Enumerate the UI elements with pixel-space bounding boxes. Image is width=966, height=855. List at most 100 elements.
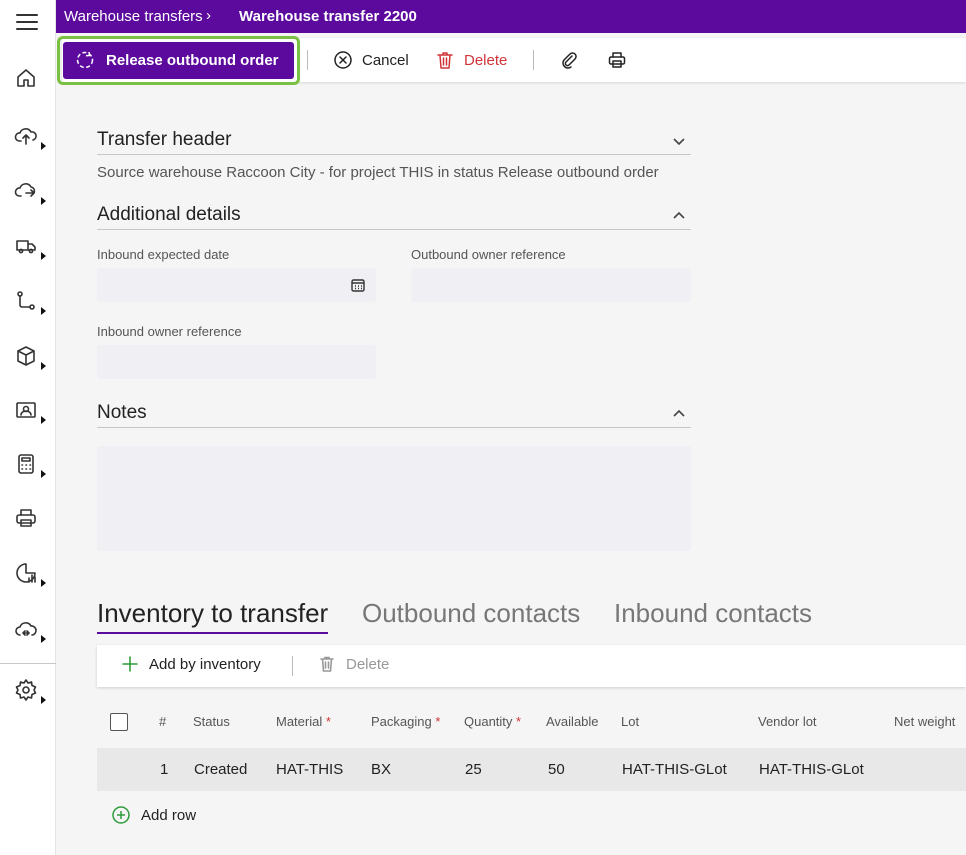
release-outbound-order-label: Release outbound order xyxy=(106,52,279,69)
refresh-icon xyxy=(76,51,94,69)
cloud-sync-icon[interactable] xyxy=(14,179,46,209)
cell-packaging[interactable]: BX xyxy=(371,761,391,778)
col-packaging[interactable]: Packaging * xyxy=(371,714,440,729)
section-title: Additional details xyxy=(97,204,241,225)
col-quantity-label: Quantity xyxy=(464,714,513,729)
tab-outbound-contacts[interactable]: Outbound contacts xyxy=(362,598,580,629)
tab-inventory-to-transfer[interactable]: Inventory to transfer xyxy=(97,598,329,634)
cancel-label: Cancel xyxy=(362,51,409,69)
command-toolbar: Release outbound order Cancel Delete xyxy=(57,36,966,85)
cell-material[interactable]: HAT-THIS xyxy=(276,761,343,778)
print-button[interactable] xyxy=(607,46,627,74)
breadcrumb-parent-link[interactable]: Warehouse transfers xyxy=(64,8,203,25)
chevron-up-icon[interactable] xyxy=(671,208,687,224)
release-outbound-order-button[interactable]: Release outbound order xyxy=(63,42,294,79)
home-icon[interactable] xyxy=(14,66,46,96)
expand-caret-icon xyxy=(41,579,46,587)
trash-icon xyxy=(437,52,453,69)
additional-details-section[interactable]: Additional details xyxy=(97,200,691,230)
chevron-up-icon[interactable] xyxy=(671,406,687,422)
add-row-button[interactable]: Add row xyxy=(111,805,196,825)
truck-icon[interactable] xyxy=(14,234,46,264)
paperclip-icon xyxy=(562,52,577,69)
expand-caret-icon xyxy=(41,197,46,205)
plus-icon xyxy=(122,656,138,672)
notes-section[interactable]: Notes xyxy=(97,398,691,428)
grid-header-row: # Status Material * Packaging * Quantity… xyxy=(97,705,966,739)
printer-icon[interactable] xyxy=(14,506,46,536)
toolbar-divider xyxy=(533,50,534,70)
outbound-owner-reference-field[interactable] xyxy=(411,268,691,302)
col-quantity[interactable]: Quantity * xyxy=(464,714,521,729)
delete-button[interactable]: Delete xyxy=(435,46,507,74)
inbound-expected-date-label: Inbound expected date xyxy=(97,247,230,262)
box-icon[interactable] xyxy=(14,344,46,374)
col-material-label: Material xyxy=(276,714,323,729)
grid-delete-button[interactable]: Delete xyxy=(318,655,389,673)
trash-icon xyxy=(320,656,334,672)
plus-circle-icon xyxy=(112,806,130,824)
notes-textarea[interactable] xyxy=(97,446,691,551)
cell-lot[interactable]: HAT-THIS-GLot xyxy=(622,761,727,778)
calculator-icon[interactable] xyxy=(14,452,46,482)
cell-vendor-lot[interactable]: HAT-THIS-GLot xyxy=(759,761,864,778)
chevron-down-icon[interactable] xyxy=(671,133,687,149)
cloud-upload-icon[interactable] xyxy=(14,124,46,154)
workflow-icon[interactable] xyxy=(14,289,46,319)
table-row[interactable]: 1 Created HAT-THIS BX 25 50 HAT-THIS-GLo… xyxy=(97,748,966,791)
tab-inbound-contacts[interactable]: Inbound contacts xyxy=(614,598,812,629)
expand-caret-icon xyxy=(41,307,46,315)
grid-delete-label: Delete xyxy=(346,655,390,673)
expand-caret-icon xyxy=(41,252,46,260)
expand-caret-icon xyxy=(41,416,46,424)
delete-label: Delete xyxy=(464,51,508,69)
expand-caret-icon xyxy=(41,635,46,643)
printer-icon xyxy=(608,52,626,68)
expand-caret-icon xyxy=(41,142,46,150)
cloud-transfer-icon[interactable] xyxy=(14,617,46,647)
calendar-icon[interactable] xyxy=(350,277,366,293)
col-net-weight[interactable]: Net weight xyxy=(894,714,955,729)
col-material[interactable]: Material * xyxy=(276,714,331,729)
toolbar-divider xyxy=(307,50,308,70)
settings-icon[interactable] xyxy=(14,678,46,708)
cancel-circle-icon xyxy=(334,51,352,69)
grid-toolbar: Add by inventory Delete xyxy=(97,645,966,687)
left-rail xyxy=(0,0,56,855)
release-button-highlight: Release outbound order xyxy=(57,36,300,85)
chart-icon[interactable] xyxy=(14,561,46,591)
outbound-owner-reference-label: Outbound owner reference xyxy=(411,247,566,262)
add-by-inventory-label: Add by inventory xyxy=(149,655,261,673)
col-status[interactable]: Status xyxy=(193,714,230,729)
add-by-inventory-button[interactable]: Add by inventory xyxy=(121,655,261,673)
col-packaging-label: Packaging xyxy=(371,714,432,729)
cell-index: 1 xyxy=(160,761,169,778)
section-title: Transfer header xyxy=(97,129,232,150)
attach-button[interactable] xyxy=(559,46,579,74)
transfer-header-section[interactable]: Transfer header xyxy=(97,125,691,155)
col-vendor-lot[interactable]: Vendor lot xyxy=(758,714,817,729)
hamburger-menu-icon[interactable] xyxy=(16,14,38,32)
expand-caret-icon xyxy=(41,362,46,370)
expand-caret-icon xyxy=(41,470,46,478)
breadcrumb-bar: Warehouse transfers › Warehouse transfer… xyxy=(56,0,966,33)
select-all-checkbox[interactable] xyxy=(110,713,128,731)
inbound-expected-date-field[interactable] xyxy=(97,268,376,302)
section-title: Notes xyxy=(97,402,147,423)
col-available[interactable]: Available xyxy=(546,714,599,729)
breadcrumb-separator: › xyxy=(206,7,211,24)
contact-card-icon[interactable] xyxy=(14,398,46,428)
inbound-owner-reference-label: Inbound owner reference xyxy=(97,324,242,339)
toolbar-divider xyxy=(292,656,293,676)
expand-caret-icon xyxy=(41,696,46,704)
cell-quantity[interactable]: 25 xyxy=(465,761,482,778)
cancel-button[interactable]: Cancel xyxy=(333,46,409,74)
transfer-summary: Source warehouse Raccoon City - for proj… xyxy=(97,164,659,181)
required-mark: * xyxy=(435,714,441,729)
page-title: Warehouse transfer 2200 xyxy=(239,8,417,25)
inbound-owner-reference-field[interactable] xyxy=(97,345,376,379)
required-mark: * xyxy=(516,714,522,729)
col-lot[interactable]: Lot xyxy=(621,714,639,729)
add-row-label: Add row xyxy=(141,806,197,824)
cell-available: 50 xyxy=(548,761,565,778)
